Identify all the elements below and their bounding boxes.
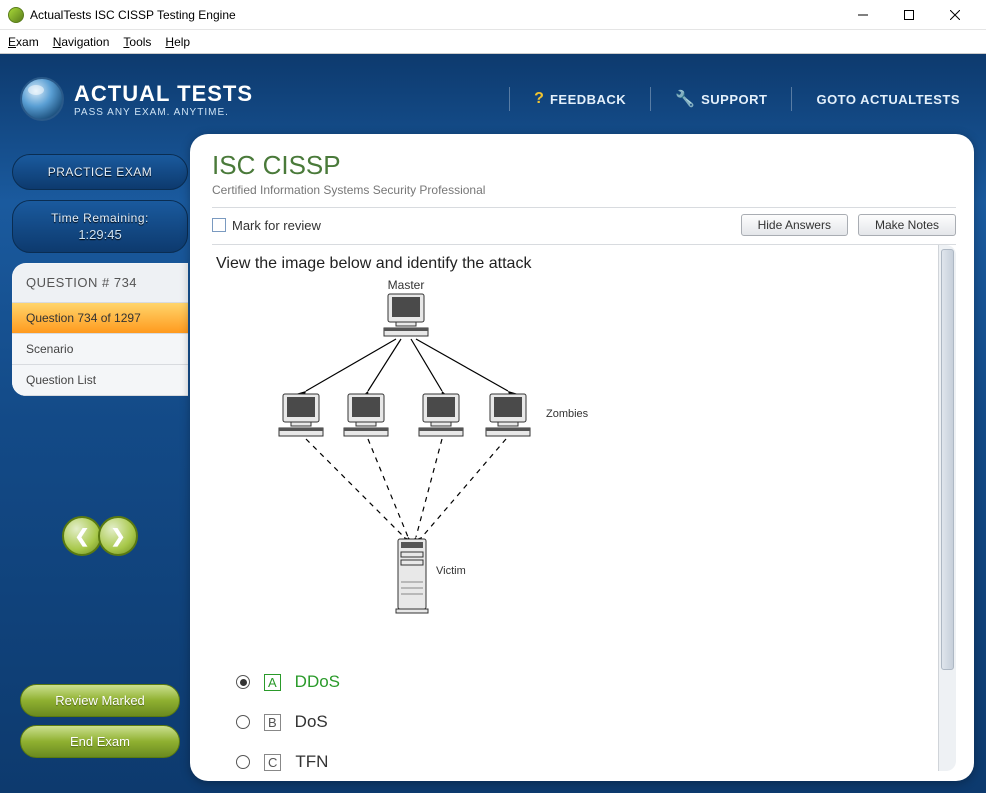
- menu-tools[interactable]: Tools: [123, 35, 151, 49]
- answer-text: DDoS: [295, 672, 340, 692]
- checkbox-icon: [212, 218, 226, 232]
- end-exam-button[interactable]: End Exam: [20, 725, 180, 758]
- app-header: ACTUAL TESTS PASS ANY EXAM. ANYTIME. ?FE…: [0, 54, 986, 144]
- answer-option-a[interactable]: A DDoS: [236, 662, 930, 702]
- diagram-victim-label: Victim: [436, 565, 466, 577]
- question-toolbar: Mark for review Hide Answers Make Notes: [212, 207, 956, 245]
- wrench-icon: 🔧: [675, 89, 695, 109]
- logo-mark-icon: [20, 77, 64, 121]
- time-remaining-pill: Time Remaining: 1:29:45: [12, 200, 188, 253]
- window-title: ActualTests ISC CISSP Testing Engine: [30, 8, 840, 22]
- menu-navigation[interactable]: Navigation: [53, 35, 110, 49]
- nav-arrows: ❮ ❯: [12, 516, 188, 556]
- menubar: Exam Navigation Tools Help: [0, 30, 986, 54]
- divider: [509, 87, 510, 111]
- feedback-link[interactable]: ?FEEDBACK: [528, 86, 632, 112]
- answer-option-b[interactable]: B DoS: [236, 702, 930, 742]
- brand-name: ACTUAL TESTS: [74, 81, 253, 107]
- answer-letter: C: [264, 754, 281, 771]
- goto-actualtests-link[interactable]: GOTO ACTUALTESTS: [810, 88, 966, 111]
- exam-subtitle: Certified Information Systems Security P…: [212, 183, 956, 197]
- answer-letter: B: [264, 714, 281, 731]
- vertical-scrollbar[interactable]: [938, 245, 956, 771]
- prev-question-button[interactable]: ❮: [62, 516, 102, 556]
- header-links: ?FEEDBACK 🔧SUPPORT GOTO ACTUALTESTS: [509, 85, 966, 113]
- review-marked-button[interactable]: Review Marked: [20, 684, 180, 717]
- divider: [791, 87, 792, 111]
- hide-answers-button[interactable]: Hide Answers: [741, 214, 848, 236]
- maximize-button[interactable]: [886, 0, 932, 30]
- window-titlebar: ActualTests ISC CISSP Testing Engine: [0, 0, 986, 30]
- next-question-button[interactable]: ❯: [98, 516, 138, 556]
- radio-icon: [236, 675, 250, 689]
- radio-icon: [236, 715, 250, 729]
- brand-tagline: PASS ANY EXAM. ANYTIME.: [74, 107, 253, 118]
- app-icon: [8, 7, 24, 23]
- answer-text: TFN: [295, 752, 328, 771]
- divider: [650, 87, 651, 111]
- menu-exam[interactable]: Exam: [8, 35, 39, 49]
- radio-icon: [236, 755, 250, 769]
- question-scroll-area[interactable]: View the image below and identify the at…: [212, 245, 938, 771]
- mark-for-review-checkbox[interactable]: Mark for review: [212, 218, 321, 233]
- question-nav-card: QUESTION # 734 Question 734 of 1297 Scen…: [12, 263, 188, 396]
- sidebar-item-question-list[interactable]: Question List: [12, 365, 188, 396]
- question-icon: ?: [534, 90, 544, 108]
- menu-help[interactable]: Help: [165, 35, 190, 49]
- practice-exam-pill[interactable]: PRACTICE EXAM: [12, 154, 188, 190]
- app-body: ACTUAL TESTS PASS ANY EXAM. ANYTIME. ?FE…: [0, 54, 986, 793]
- time-remaining-value: 1:29:45: [19, 227, 181, 242]
- question-text: View the image below and identify the at…: [216, 255, 930, 273]
- time-remaining-label: Time Remaining:: [19, 211, 181, 225]
- diagram-zombies-label: Zombies: [546, 408, 589, 420]
- sidebar-item-question[interactable]: Question 734 of 1297: [12, 303, 188, 334]
- answer-letter: A: [264, 674, 281, 691]
- answer-list: A DDoS B DoS C TFN: [236, 662, 930, 771]
- answer-option-c[interactable]: C TFN: [236, 742, 930, 771]
- question-diagram: Master: [246, 279, 930, 632]
- answer-text: DoS: [295, 712, 328, 732]
- exam-title: ISC CISSP: [212, 150, 956, 181]
- diagram-master-label: Master: [388, 279, 425, 292]
- minimize-button[interactable]: [840, 0, 886, 30]
- sidebar-item-scenario[interactable]: Scenario: [12, 334, 188, 365]
- close-button[interactable]: [932, 0, 978, 30]
- make-notes-button[interactable]: Make Notes: [858, 214, 956, 236]
- sidebar: PRACTICE EXAM Time Remaining: 1:29:45 QU…: [12, 154, 188, 758]
- scrollbar-thumb[interactable]: [941, 249, 954, 670]
- brand-logo: ACTUAL TESTS PASS ANY EXAM. ANYTIME.: [20, 77, 253, 121]
- support-link[interactable]: 🔧SUPPORT: [669, 85, 773, 113]
- question-number-header: QUESTION # 734: [12, 263, 188, 303]
- main-panel: ISC CISSP Certified Information Systems …: [190, 134, 974, 781]
